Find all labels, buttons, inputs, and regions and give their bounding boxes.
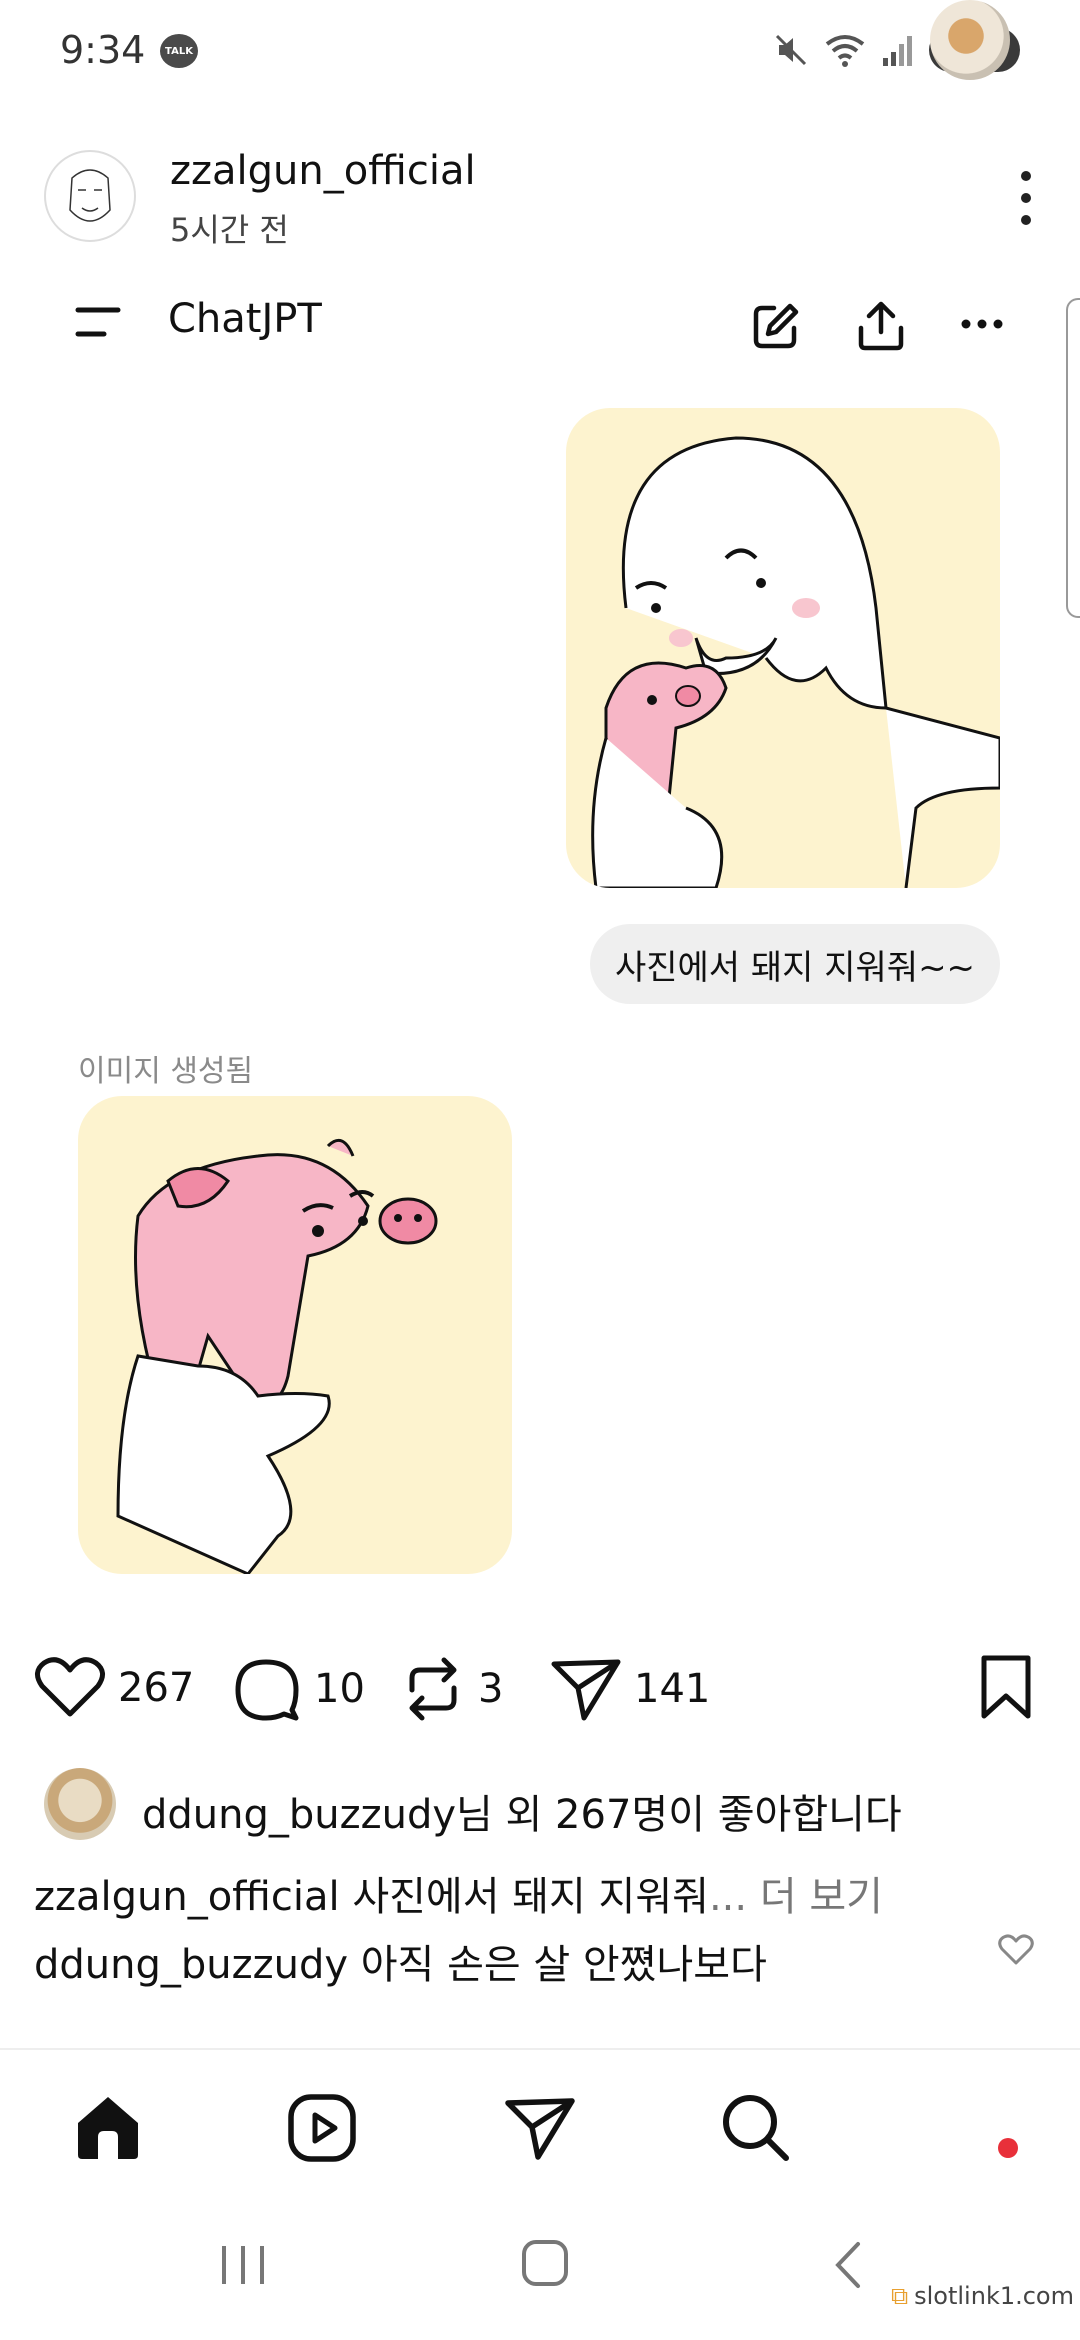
nav-profile-avatar[interactable] <box>930 0 1010 80</box>
bookmark-icon[interactable] <box>978 1654 1034 1720</box>
post-timestamp: 5시간 전 <box>170 211 289 249</box>
chat-title: ChatJPT <box>168 296 322 342</box>
wifi-icon <box>825 35 865 67</box>
repost-button[interactable]: 3 <box>400 1656 503 1722</box>
comment-like-icon[interactable] <box>998 1934 1034 1966</box>
generated-image-label: 이미지 생성됨 <box>78 1054 254 1089</box>
nav-divider <box>0 2048 1080 2050</box>
share-icon[interactable] <box>855 298 907 354</box>
liker-avatar[interactable] <box>44 1768 116 1840</box>
comment-text: 아직 손은 살 안쪘나보다 <box>360 1942 767 1988</box>
system-home-icon[interactable] <box>522 2240 568 2286</box>
liker-username[interactable]: ddung_buzzudy <box>142 1792 456 1838</box>
paper-plane-icon <box>505 2098 575 2160</box>
generated-image[interactable] <box>78 1096 512 1574</box>
watermark-logo-icon: ⧉ <box>890 2282 909 2310</box>
kakaotalk-notification-icon: TALK <box>160 34 198 68</box>
edit-icon[interactable] <box>750 300 802 352</box>
caption-text: 사진에서 돼지 지워줘 <box>352 1874 709 1920</box>
signal-icon <box>883 36 913 66</box>
search-icon <box>723 2095 789 2161</box>
send-button[interactable]: 141 <box>550 1656 710 1722</box>
scroll-handle[interactable] <box>1066 298 1080 618</box>
watermark: ⧉ slotlink1.com <box>891 2282 1074 2310</box>
share-count: 141 <box>634 1666 711 1712</box>
nav-messages[interactable] <box>500 2088 580 2168</box>
status-time: 9:34 <box>60 28 146 72</box>
back-icon[interactable] <box>832 2240 862 2290</box>
likes-summary[interactable]: ddung_buzzudy님 외 267명이 좋아합니다 <box>142 1782 902 1840</box>
like-button[interactable]: 267 <box>34 1656 194 1720</box>
likes-summary-text: 님 외 267명이 좋아합니다 <box>456 1792 902 1838</box>
hand-holding-pig-illustration <box>116 1138 438 1574</box>
repost-icon <box>409 1657 457 1721</box>
nav-home[interactable] <box>68 2088 148 2168</box>
author-avatar[interactable] <box>44 150 136 242</box>
comment-count: 10 <box>314 1666 365 1712</box>
paper-plane-icon <box>551 1659 621 1721</box>
recent-apps-icon[interactable] <box>218 2242 268 2288</box>
chat-more-icon[interactable] <box>960 318 1004 330</box>
nav-search[interactable] <box>716 2088 796 2168</box>
more-options-icon[interactable] <box>1016 170 1036 226</box>
comment-preview: ddung_buzzudy 아직 손은 살 안쪘나보다 <box>34 1932 767 1990</box>
mute-icon <box>776 34 807 66</box>
notification-dot <box>998 2138 1018 2158</box>
caption-ellipsis: ... <box>708 1874 748 1920</box>
reels-icon <box>288 2094 356 2162</box>
repost-count: 3 <box>478 1666 504 1712</box>
heart-icon <box>35 1657 105 1717</box>
comment-button[interactable]: 10 <box>232 1656 365 1722</box>
watermark-text: slotlink1.com <box>914 2282 1074 2310</box>
commenter-username[interactable]: ddung_buzzudy <box>34 1942 348 1988</box>
comment-icon <box>235 1659 299 1721</box>
post-caption: zzalgun_official 사진에서 돼지 지워줘... 더 보기 <box>34 1864 883 1922</box>
face-avatar-illustration <box>69 169 111 222</box>
menu-icon[interactable] <box>74 302 124 342</box>
like-count: 267 <box>118 1665 195 1711</box>
author-name[interactable]: zzalgun_official <box>170 148 476 194</box>
nav-reels[interactable] <box>282 2088 362 2168</box>
caption-username[interactable]: zzalgun_official <box>34 1874 340 1920</box>
home-icon <box>78 2097 138 2159</box>
user-uploaded-image[interactable] <box>566 408 1000 888</box>
man-holding-pig-illustration <box>591 436 1000 888</box>
user-message-bubble: 사진에서 돼지 지워줘~~ <box>590 924 1000 1004</box>
see-more-link[interactable]: 더 보기 <box>760 1874 883 1920</box>
